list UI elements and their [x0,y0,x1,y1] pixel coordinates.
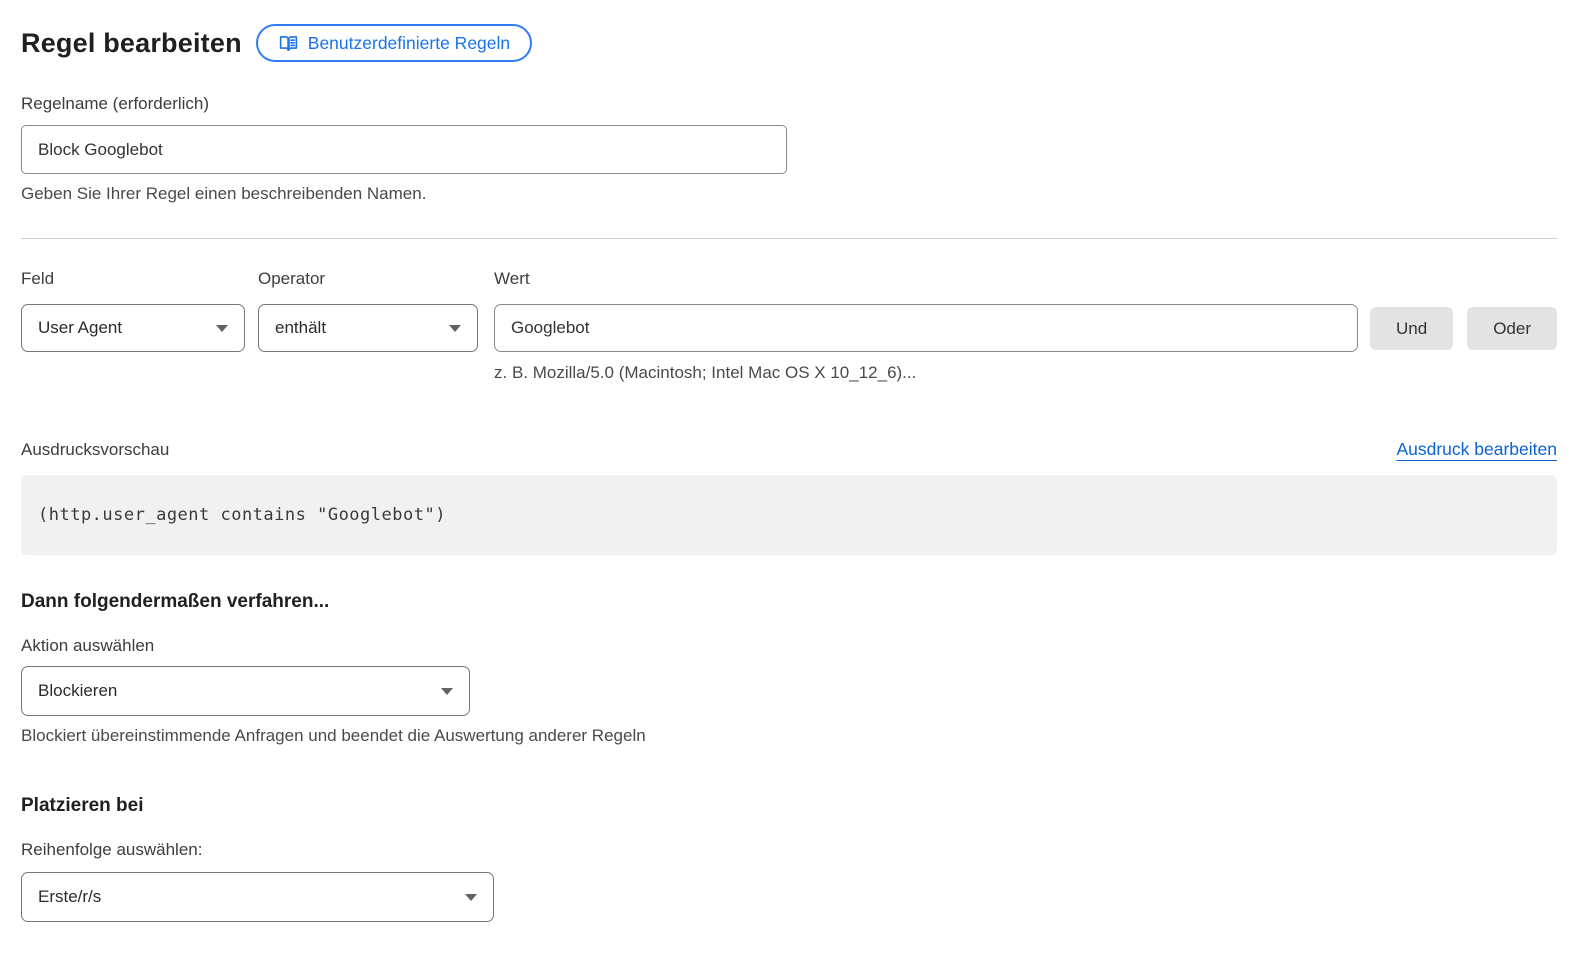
expression-preview-label: Ausdrucksvorschau [21,439,169,461]
section-divider [21,238,1557,239]
field-select[interactable]: User Agent [21,304,245,352]
field-label: Feld [21,268,245,290]
value-label: Wert [494,268,1358,290]
edit-rule-page: Regel bearbeiten Benutzerdefinierte Rege… [0,0,1570,957]
logic-buttons: Und Oder [1370,304,1557,350]
expression-code: (http.user_agent contains "Googlebot") [38,505,446,525]
field-select-value: User Agent [38,318,122,338]
placement-heading: Platzieren bei [21,794,1557,818]
operator-select[interactable]: enthält [258,304,478,352]
field-group: Feld User Agent [21,268,245,352]
action-select[interactable]: Blockieren [21,666,470,716]
book-icon [278,33,299,54]
order-select[interactable]: Erste/r/s [21,872,494,922]
action-select-value: Blockieren [38,681,117,701]
action-heading: Dann folgendermaßen verfahren... [21,590,1557,614]
chevron-down-icon [465,894,477,901]
custom-rules-badge-label: Benutzerdefinierte Regeln [308,33,510,54]
operator-label: Operator [258,268,478,290]
rule-name-help: Geben Sie Ihrer Regel einen beschreibend… [21,183,1557,205]
action-help: Blockiert übereinstimmende Anfragen und … [21,725,1557,747]
custom-rules-badge[interactable]: Benutzerdefinierte Regeln [256,24,532,62]
edit-expression-link[interactable]: Ausdruck bearbeiten [1396,439,1557,460]
rule-name-input[interactable] [21,125,787,174]
chevron-down-icon [449,325,461,332]
expression-preview-header: Ausdrucksvorschau Ausdruck bearbeiten [21,439,1557,461]
placement-label: Reihenfolge auswählen: [21,839,1557,861]
action-label: Aktion auswählen [21,635,1557,657]
page-header: Regel bearbeiten Benutzerdefinierte Rege… [21,24,1557,62]
expression-code-block: (http.user_agent contains "Googlebot") [21,475,1557,555]
chevron-down-icon [441,688,453,695]
rule-name-section: Regelname (erforderlich) Geben Sie Ihrer… [21,93,1557,205]
rule-name-label: Regelname (erforderlich) [21,93,1557,115]
operator-group: Operator enthält [258,268,478,352]
operator-select-value: enthält [275,318,326,338]
value-help: z. B. Mozilla/5.0 (Macintosh; Intel Mac … [494,362,1358,384]
value-group: Wert z. B. Mozilla/5.0 (Macintosh; Intel… [494,268,1358,384]
order-select-value: Erste/r/s [38,887,101,907]
or-button[interactable]: Oder [1467,307,1557,350]
and-button[interactable]: Und [1370,307,1453,350]
value-input[interactable] [494,304,1358,352]
placement-section: Platzieren bei Reihenfolge auswählen: Er… [21,794,1557,922]
condition-row: Feld User Agent Operator enthält Wert z.… [21,268,1557,384]
page-title: Regel bearbeiten [21,28,242,59]
action-section: Dann folgendermaßen verfahren... Aktion … [21,590,1557,747]
chevron-down-icon [216,325,228,332]
